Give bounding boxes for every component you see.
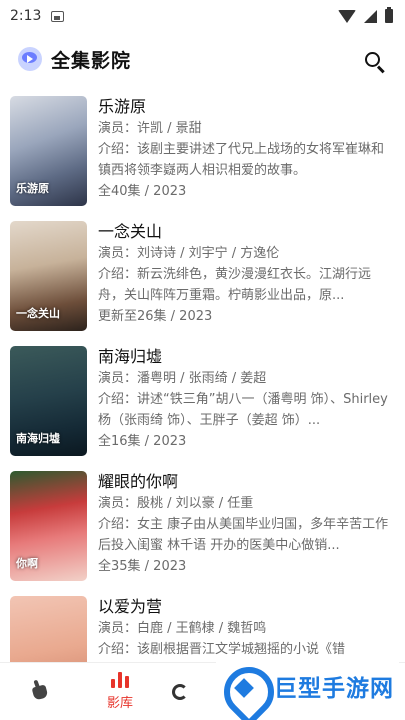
show-actors: 演员：潘粤明 / 张雨绮 / 姜超 xyxy=(98,371,267,386)
show-poster[interactable]: 乐游原 xyxy=(10,96,87,206)
app-header: 全集影院 xyxy=(0,32,405,86)
show-description: 介绍：新云洗绯色，黄沙漫漫红衣长。江湖行远舟，关山阵阵万重霜。柠萌影业出品，原.… xyxy=(98,267,372,303)
show-meta: 全40集 / 2023 xyxy=(98,184,187,199)
show-info: 一念关山 演员：刘诗诗 / 刘宇宁 / 方逸伦 介绍：新云洗绯色，黄沙漫漫红衣长… xyxy=(98,221,395,342)
watermark-text: 巨型手游网 xyxy=(274,676,394,702)
show-meta: 全35集 / 2023 xyxy=(98,559,187,574)
status-bar: 2:13 xyxy=(0,0,405,32)
show-info: 乐游原 演员：许凯 / 景甜 介绍：该剧主要讲述了代兄上战场的女将军崔琳和镇西将… xyxy=(98,96,395,217)
show-meta: 更新至26集 / 2023 xyxy=(98,309,213,324)
show-title[interactable]: 耀眼的你啊 xyxy=(98,471,395,493)
show-actors: 演员：殷桃 / 刘以豪 / 任重 xyxy=(98,496,254,511)
show-title[interactable]: 南海归墟 xyxy=(98,346,395,368)
library-bars-icon xyxy=(111,672,129,688)
show-info: 南海归墟 演员：潘粤明 / 张雨绮 / 姜超 介绍：讲述“铁三角”胡八一（潘粤明… xyxy=(98,346,395,467)
show-actors: 演员：刘诗诗 / 刘宇宁 / 方逸伦 xyxy=(98,246,280,261)
show-title[interactable]: 以爱为营 xyxy=(98,596,395,618)
show-poster[interactable]: 南海归墟 xyxy=(10,346,87,456)
show-poster[interactable]: 一念关山 xyxy=(10,221,87,331)
show-card[interactable]: 你啊 耀眼的你啊 演员：殷桃 / 刘以豪 / 任重 介绍：女主 康子由从美国毕业… xyxy=(0,467,405,592)
show-meta: 全16集 / 2023 xyxy=(98,434,187,449)
search-button[interactable] xyxy=(355,42,389,76)
show-card[interactable]: 乐游原 乐游原 演员：许凯 / 景甜 介绍：该剧主要讲述了代兄上战场的女将军崔琳… xyxy=(0,92,405,217)
show-actors: 演员：许凯 / 景甜 xyxy=(98,121,202,136)
show-poster[interactable]: 你啊 xyxy=(10,471,87,581)
show-title[interactable]: 乐游原 xyxy=(98,96,395,118)
nav-item-library[interactable]: 影库 xyxy=(80,663,160,720)
show-card[interactable]: 一念关山 一念关山 演员：刘诗诗 / 刘宇宁 / 方逸伦 介绍：新云洗绯色，黄沙… xyxy=(0,217,405,342)
nav-label: 影库 xyxy=(106,696,133,711)
status-icons xyxy=(338,7,393,23)
app-logo-icon xyxy=(18,47,42,71)
poster-title: 南海归墟 xyxy=(16,432,60,445)
show-list[interactable]: 乐游原 乐游原 演员：许凯 / 景甜 介绍：该剧主要讲述了代兄上战场的女将军崔琳… xyxy=(0,92,405,662)
app-title: 全集影院 xyxy=(51,49,132,72)
show-info: 耀眼的你啊 演员：殷桃 / 刘以豪 / 任重 介绍：女主 康子由从美国毕业归国，… xyxy=(98,471,395,592)
nav-item-recommend[interactable] xyxy=(0,663,80,720)
poster-title: 一念关山 xyxy=(16,307,60,320)
battery-icon xyxy=(385,7,393,23)
hand-icon xyxy=(31,680,49,700)
wifi-icon xyxy=(338,9,356,23)
signal-icon xyxy=(364,9,377,23)
show-poster[interactable] xyxy=(10,596,87,662)
show-actors: 演员：白鹿 / 王鹤棣 / 魏哲鸣 xyxy=(98,621,267,636)
poster-title: 你啊 xyxy=(16,557,38,570)
show-card[interactable]: 以爱为营 演员：白鹿 / 王鹤棣 / 魏哲鸣 介绍：该剧根据晋江文学城翘摇的小说… xyxy=(0,592,405,662)
search-icon xyxy=(364,51,380,67)
show-description: 介绍：讲述“铁三角”胡八一（潘粤明 饰）、Shirley杨（张雨绮 饰）、王胖子… xyxy=(98,392,388,428)
watermark-mark-icon xyxy=(222,663,268,709)
show-description: 介绍：该剧主要讲述了代兄上战场的女将军崔琳和镇西将领李嶷两人相识相爱的故事。 xyxy=(98,142,385,178)
watermark-logo: 巨型手游网 xyxy=(216,658,399,714)
show-title[interactable]: 一念关山 xyxy=(98,221,395,243)
poster-title: 乐游原 xyxy=(16,182,49,195)
partial-icon xyxy=(172,683,188,700)
show-info: 以爱为营 演员：白鹿 / 王鹤棣 / 魏哲鸣 介绍：该剧根据晋江文学城翘摇的小说… xyxy=(98,596,395,662)
show-description: 介绍：女主 康子由从美国毕业归国，多年辛苦工作后投入闺蜜 林千语 开办的医美中心… xyxy=(98,517,389,553)
status-time: 2:13 xyxy=(10,8,42,24)
nav-item-third[interactable] xyxy=(160,663,200,720)
show-card[interactable]: 南海归墟 南海归墟 演员：潘粤明 / 张雨绮 / 姜超 介绍：讲述“铁三角”胡八… xyxy=(0,342,405,467)
gallery-icon xyxy=(51,10,65,22)
